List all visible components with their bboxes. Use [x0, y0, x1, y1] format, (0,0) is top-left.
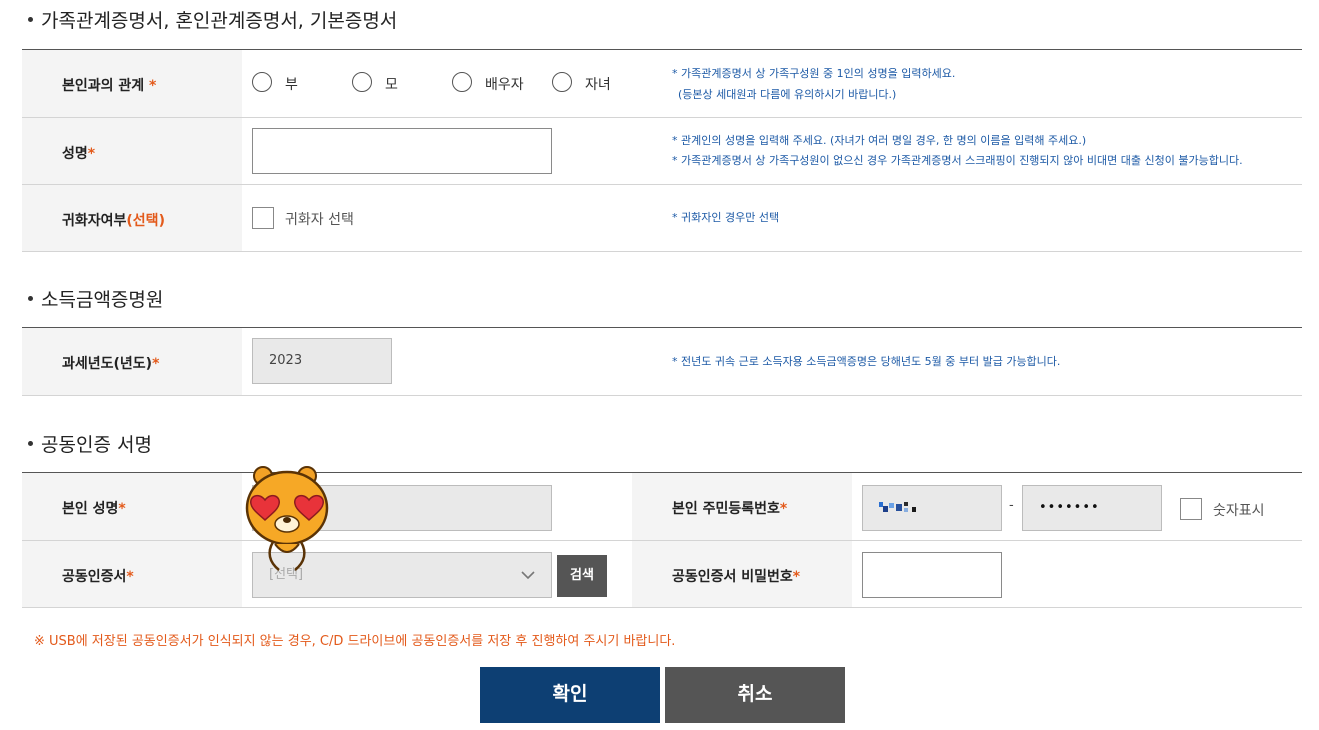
naturalized-label: 귀화자여부(선택) [62, 213, 165, 229]
naturalized-checkbox[interactable] [252, 207, 274, 229]
chevron-down-icon [521, 571, 535, 580]
name-note-1: * 관계인의 성명을 입력해 주세요. (자녀가 여러 명일 경우, 한 명의 … [672, 134, 1087, 147]
bullet-dot [28, 441, 33, 446]
section-title-family-text: 가족관계증명서, 혼인관계증명서, 기본증명서 [41, 10, 398, 32]
relation-note-2: (등본상 세대원과 다름에 유의하시기 바랍니다.) [678, 88, 897, 101]
section-title-family-certificates: 가족관계증명서, 혼인관계증명서, 기본증명서 [28, 6, 397, 33]
bullet-dot [28, 296, 33, 301]
radio-father[interactable] [252, 72, 272, 92]
label-cell-own-name [22, 473, 242, 540]
masked-digits [879, 502, 919, 514]
radio-mother-label: 모 [385, 77, 398, 93]
name-label: 성명* [62, 146, 96, 162]
section-title-cert-text: 공동인증 서명 [41, 434, 152, 456]
radio-father-label: 부 [285, 77, 298, 93]
section-title-cert: 공동인증 서명 [28, 430, 152, 457]
cancel-button[interactable]: 취소 [665, 667, 845, 723]
section-title-income-text: 소득금액증명원 [41, 289, 164, 311]
divider [22, 251, 1302, 252]
cert-password-input[interactable] [862, 552, 1002, 598]
show-digits-checkbox[interactable] [1180, 498, 1202, 520]
rrn-label: 본인 주민등록번호* [672, 501, 788, 517]
label-cell-name [22, 118, 242, 184]
naturalized-checkbox-label[interactable]: 귀화자 선택 [285, 209, 354, 229]
ryan-sticker-image [245, 466, 329, 571]
name-note-2: * 가족관계증명서 상 가족구성원이 없으신 경우 가족관계증명서 스크래핑이 … [672, 154, 1243, 167]
tax-year-label: 과세년도(년도)* [62, 356, 160, 372]
tax-year-field: 2023 [252, 338, 392, 384]
usb-warning-text: ※ USB에 저장된 공동인증서가 인식되지 않는 경우, C/D 드라이브에 … [34, 634, 676, 649]
bullet-dot [28, 17, 33, 22]
radio-spouse-label: 배우자 [485, 77, 524, 93]
own-name-label: 본인 성명* [62, 501, 126, 517]
radio-mother[interactable] [352, 72, 372, 92]
naturalized-note: * 귀화자인 경우만 선택 [672, 211, 780, 224]
relative-name-input[interactable] [252, 128, 552, 174]
confirm-button[interactable]: 확인 [480, 667, 660, 723]
rrn-front-field [862, 485, 1002, 531]
radio-spouse[interactable] [452, 72, 472, 92]
divider [22, 607, 1302, 608]
rrn-back-field: ••••••• [1022, 485, 1162, 531]
search-certificate-button[interactable]: 검색 [557, 555, 607, 597]
cert-password-label: 공동인증서 비밀번호* [672, 569, 801, 585]
radio-child-label: 자녀 [585, 77, 611, 93]
show-digits-label[interactable]: 숫자표시 [1213, 500, 1265, 520]
relation-label: 본인과의 관계 * [62, 78, 157, 94]
relation-note-1: * 가족관계증명서 상 가족구성원 중 1인의 성명을 입력하세요. [672, 67, 956, 80]
radio-child[interactable] [552, 72, 572, 92]
certificate-label: 공동인증서* [62, 569, 134, 585]
section-title-income: 소득금액증명원 [28, 285, 163, 312]
rrn-dash: - [1009, 498, 1014, 513]
tax-year-note: * 전년도 귀속 근로 소득자용 소득금액증명은 당해년도 5월 중 부터 발급… [672, 355, 1061, 368]
divider [22, 395, 1302, 396]
